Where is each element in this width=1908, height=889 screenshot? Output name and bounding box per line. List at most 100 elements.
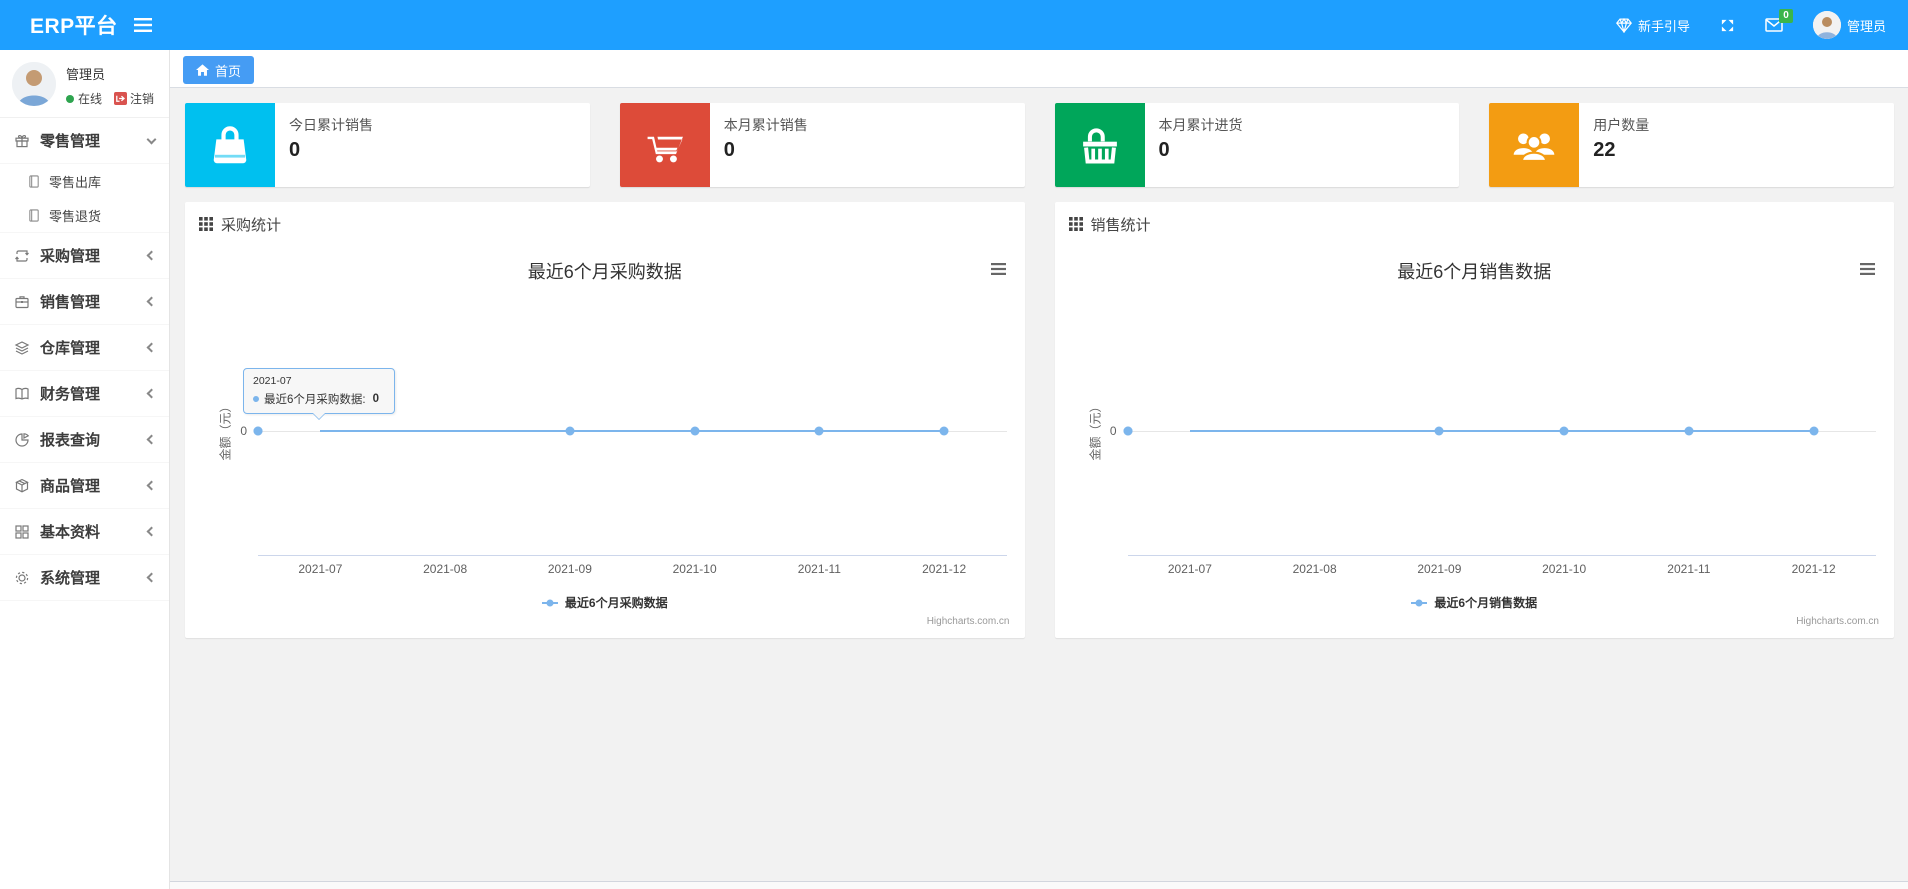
x-axis-label: 2021-09 — [1417, 562, 1462, 576]
sidebar-item-system[interactable]: 系统管理 — [0, 555, 169, 601]
x-axis-label: 2021-08 — [1292, 562, 1337, 576]
main-content: 首页 今日累计销售 0 本月累计销售 0 本月累计进货 0 用户数量 22 采购… — [170, 50, 1908, 889]
sidebar-toggle-button[interactable] — [133, 18, 152, 32]
tooltip-series-label: 最近6个月采购数据: — [264, 394, 366, 406]
messages-button[interactable]: 0 — [1765, 9, 1793, 32]
sidebar-item-basic-data[interactable]: 基本资料 — [0, 509, 169, 555]
sidebar-item-sales[interactable]: 销售管理 — [0, 279, 169, 325]
chevron-left-icon — [146, 250, 157, 261]
x-axis-label: 2021-10 — [1542, 562, 1587, 576]
data-point-marker[interactable] — [565, 426, 575, 436]
shopping-cart-icon — [643, 123, 687, 167]
chevron-left-icon — [146, 526, 157, 537]
series-line — [1189, 430, 1814, 432]
hamburger-icon — [133, 18, 152, 32]
logout-link[interactable]: 注销 — [114, 90, 154, 107]
guide-button[interactable]: 新手引导 — [1615, 16, 1690, 35]
sidebar-item-reports[interactable]: 报表查询 — [0, 417, 169, 463]
legend-label: 最近6个月销售数据 — [1434, 596, 1538, 610]
chevron-down-icon — [146, 134, 157, 144]
data-point-marker[interactable] — [690, 426, 700, 436]
stat-card-value: 0 — [723, 139, 735, 161]
online-status-label: 在线 — [78, 92, 103, 106]
panel-title: 销售统计 — [1090, 216, 1151, 234]
cube-icon — [14, 478, 30, 494]
data-point-marker[interactable] — [1809, 426, 1819, 436]
gear-icon — [14, 570, 30, 586]
data-point-marker[interactable] — [253, 426, 263, 436]
data-point-marker[interactable] — [814, 426, 824, 436]
grid-icon — [14, 524, 30, 540]
sidebar-subitem-retail-outbound[interactable]: 零售出库 — [0, 164, 169, 198]
stat-card-label: 今日累计销售 — [289, 117, 373, 133]
highcharts-credit-link[interactable]: Highcharts.com.cn — [927, 616, 1010, 627]
legend-label: 最近6个月采购数据 — [564, 596, 668, 610]
data-point-marker[interactable] — [1123, 426, 1132, 436]
legend-line-marker-icon — [1411, 598, 1428, 607]
stat-card-label: 用户数量 — [1593, 117, 1650, 133]
data-point-marker[interactable] — [1434, 426, 1444, 436]
sidebar-item-finance[interactable]: 财务管理 — [0, 371, 169, 417]
file-icon — [28, 174, 40, 188]
chevron-left-icon — [146, 342, 157, 353]
y-axis-tick: 0 — [1109, 424, 1117, 438]
user-menu[interactable]: 管理员 — [1812, 11, 1886, 39]
gift-icon — [14, 133, 30, 149]
stat-card-today-sales[interactable]: 今日累计销售 0 — [185, 103, 590, 187]
chart-context-menu-button[interactable] — [1857, 260, 1878, 278]
series-marker-icon — [253, 396, 259, 402]
legend-item[interactable]: 最近6个月采购数据 — [185, 594, 1025, 611]
sidebar-item-retail[interactable]: 零售管理 — [0, 118, 169, 164]
highcharts-credit-link[interactable]: Highcharts.com.cn — [1796, 616, 1879, 627]
stat-card-month-sales[interactable]: 本月累计销售 0 — [619, 103, 1025, 187]
sidebar-item-purchase[interactable]: 采购管理 — [0, 233, 169, 279]
tooltip-value: 0 — [372, 393, 379, 405]
sidebar-user-panel: 管理员 在线 注销 — [0, 50, 169, 118]
series-line — [320, 430, 945, 432]
chevron-left-icon — [146, 296, 157, 307]
sidebar-avatar — [12, 62, 56, 106]
stat-card-label: 本月累计进货 — [1158, 117, 1243, 133]
tooltip-header: 2021-07 — [253, 375, 292, 387]
data-point-marker[interactable] — [1559, 426, 1569, 436]
app-logo[interactable]: ERP平台 — [30, 10, 118, 40]
sales-chart: 最近6个月销售数据 金额（元） 0 2021-07 2021-08 2021-0… — [1055, 246, 1895, 638]
tab-bar: 首页 — [170, 50, 1908, 88]
erp-dashboard: ERP平台 新手引导 0 管理员 管理员 在线 注销 零售管理 零售出库 零售退… — [0, 0, 1908, 889]
gem-icon — [1615, 17, 1632, 33]
x-axis-label: 2021-08 — [423, 562, 468, 576]
charts-row: 采购统计 最近6个月采购数据 金额（元） 0 2021-07 最近6个月采购数据… — [185, 202, 1894, 638]
chevron-left-icon — [146, 572, 157, 583]
stat-card-user-count[interactable]: 用户数量 22 — [1489, 103, 1894, 187]
chart-context-menu-button[interactable] — [988, 260, 1009, 278]
x-axis-labels: 2021-07 2021-08 2021-09 2021-10 2021-11 … — [1128, 562, 1877, 576]
chevron-left-icon — [146, 388, 157, 399]
x-axis-label: 2021-07 — [298, 562, 343, 576]
message-count-badge: 0 — [1778, 9, 1793, 23]
data-point-marker[interactable] — [1684, 426, 1694, 436]
footer — [170, 881, 1908, 889]
sidebar-item-products[interactable]: 商品管理 — [0, 463, 169, 509]
stat-cards-row: 今日累计销售 0 本月累计销售 0 本月累计进货 0 用户数量 22 — [185, 103, 1894, 187]
purchase-chart: 最近6个月采购数据 金额（元） 0 2021-07 最近6个月采购数据: 0 2… — [185, 246, 1025, 638]
sidebar-subitem-retail-return[interactable]: 零售退货 — [0, 198, 169, 232]
x-axis-label: 2021-10 — [672, 562, 717, 576]
data-point-marker[interactable] — [939, 426, 949, 436]
th-grid-icon — [199, 217, 213, 231]
tab-home[interactable]: 首页 — [183, 56, 255, 84]
sidebar-item-warehouse[interactable]: 仓库管理 — [0, 325, 169, 371]
guide-label: 新手引导 — [1637, 18, 1690, 34]
x-axis-label: 2021-09 — [547, 562, 592, 576]
x-axis-labels: 2021-07 2021-08 2021-09 2021-10 2021-11 … — [258, 562, 1007, 576]
stat-card-month-purchases[interactable]: 本月累计进货 0 — [1054, 103, 1460, 187]
fullscreen-button[interactable] — [1720, 18, 1735, 33]
basket-icon — [1078, 123, 1122, 167]
x-axis-line — [1127, 555, 1876, 556]
x-axis-line — [258, 555, 1007, 556]
legend-item[interactable]: 最近6个月销售数据 — [1055, 594, 1895, 611]
repeat-icon — [14, 248, 30, 264]
online-status-icon — [66, 94, 74, 103]
file-icon — [28, 208, 40, 222]
sidebar-user-name: 管理员 — [66, 67, 106, 82]
x-axis-label: 2021-11 — [1667, 562, 1711, 576]
